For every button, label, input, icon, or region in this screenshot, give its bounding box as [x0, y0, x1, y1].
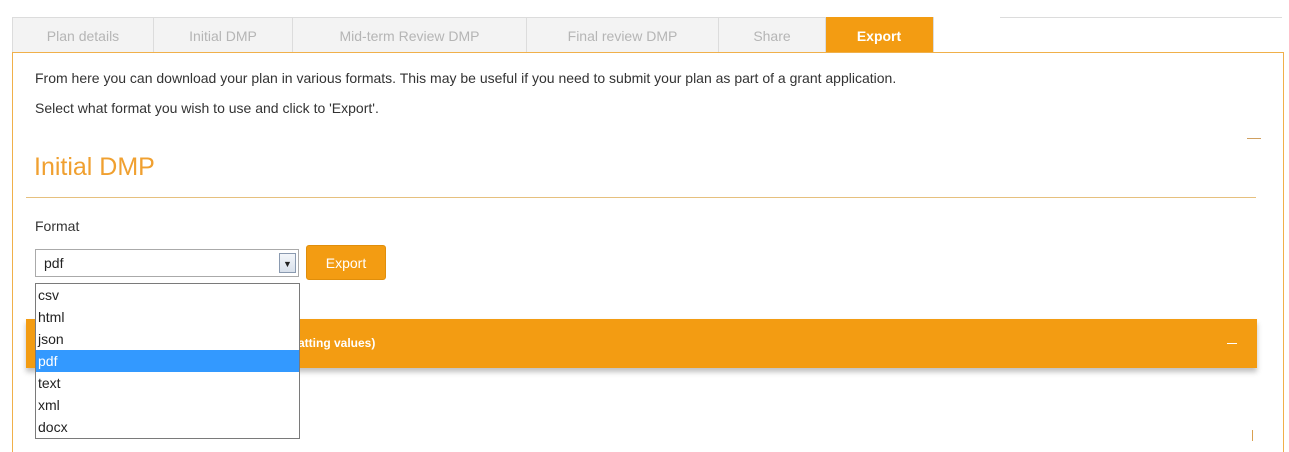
format-option-pdf[interactable]: pdf [36, 350, 299, 372]
format-option-text[interactable]: text [36, 372, 299, 394]
tab-end [933, 17, 934, 53]
format-option-csv[interactable]: csv [36, 284, 299, 306]
export-button[interactable]: Export [306, 245, 386, 280]
expand-icon[interactable] [1252, 430, 1253, 441]
section-collapse-icon[interactable] [1247, 138, 1261, 139]
format-select[interactable]: pdf ▼ [35, 249, 299, 277]
tab-bar: Plan details Initial DMP Mid-term Review… [12, 17, 934, 53]
intro-text-line-2: Select what format you wish to use and c… [35, 100, 379, 116]
format-label: Format [35, 218, 80, 234]
format-option-json[interactable]: json [36, 328, 299, 350]
intro-text-line-1: From here you can download your plan in … [35, 70, 897, 86]
format-select-value: pdf [44, 255, 64, 271]
format-option-html[interactable]: html [36, 306, 299, 328]
tab-export[interactable]: Export [826, 17, 933, 53]
format-option-xml[interactable]: xml [36, 394, 299, 416]
tab-plan-details[interactable]: Plan details [12, 17, 154, 53]
tab-strip-rule [1000, 17, 1282, 18]
formatting-section-title: atting values) [298, 336, 376, 350]
format-dropdown-list: csv html json pdf text xml docx [35, 283, 300, 439]
section-title: Initial DMP [34, 153, 155, 181]
tab-mid-term-review-dmp[interactable]: Mid-term Review DMP [293, 17, 527, 53]
tab-final-review-dmp[interactable]: Final review DMP [527, 17, 719, 53]
tab-initial-dmp[interactable]: Initial DMP [154, 17, 293, 53]
formatting-collapse-icon[interactable] [1227, 343, 1237, 344]
format-option-docx[interactable]: docx [36, 416, 299, 438]
chevron-down-icon[interactable]: ▼ [279, 253, 296, 273]
section-divider [26, 197, 1256, 198]
tab-share[interactable]: Share [719, 17, 826, 53]
